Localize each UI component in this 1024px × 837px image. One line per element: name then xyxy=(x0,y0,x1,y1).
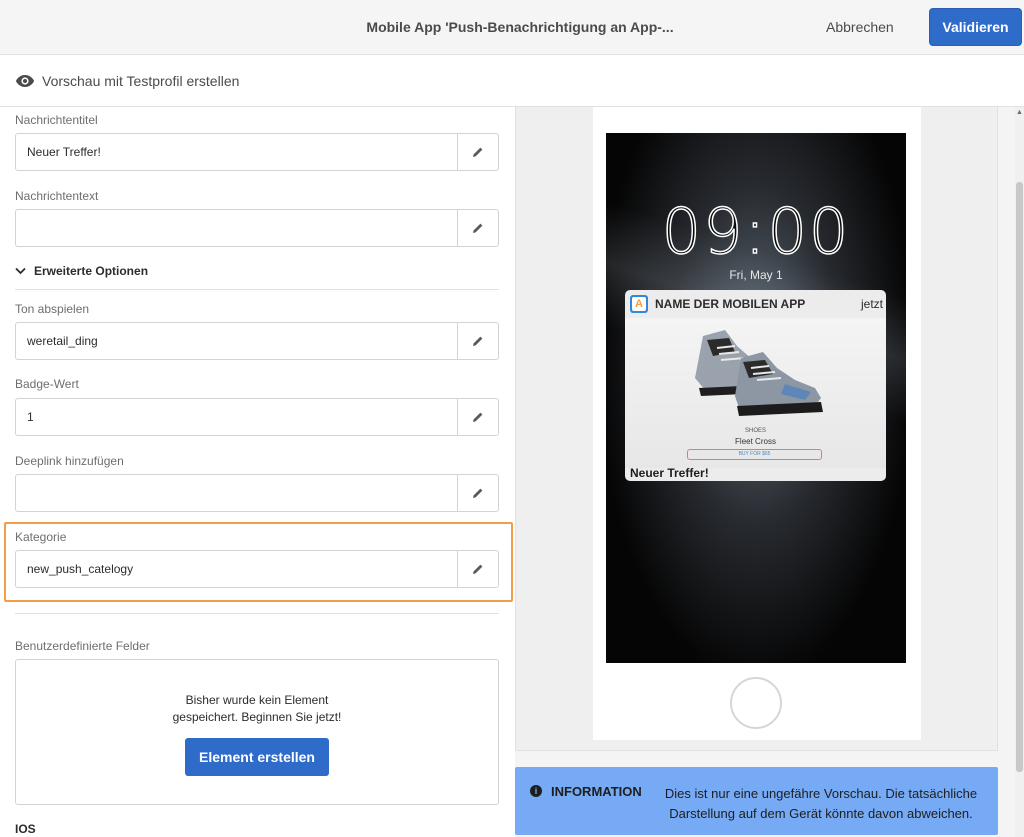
deeplink-label: Deeplink hinzufügen xyxy=(15,454,124,468)
validate-button[interactable]: Validieren xyxy=(929,8,1022,46)
divider xyxy=(15,613,499,614)
badge-value: 1 xyxy=(27,410,34,424)
preview-frame: 09:00 Fri, May 1 A NAME DER MOBILEN APP … xyxy=(515,107,998,751)
info-icon: i xyxy=(530,785,542,797)
scrollbar[interactable]: ▲ xyxy=(1015,107,1024,837)
message-title-value: Neuer Treffer! xyxy=(27,145,101,159)
image-product-text: Fleet Cross xyxy=(735,437,776,446)
ios-section-label: IOS xyxy=(15,822,36,836)
lockscreen-date: Fri, May 1 xyxy=(729,268,783,282)
custom-fields-label: Benutzerdefinierte Felder xyxy=(15,639,150,653)
edit-pencil-icon[interactable] xyxy=(457,475,498,511)
edit-pencil-icon[interactable] xyxy=(457,134,498,170)
badge-field[interactable]: 1 xyxy=(15,398,499,436)
cancel-button[interactable]: Abbrechen xyxy=(826,19,894,35)
category-value: new_push_catelogy xyxy=(27,562,134,576)
image-buy-button: BUY FOR $65 xyxy=(687,449,822,460)
app-icon: A xyxy=(630,295,648,313)
scrollbar-thumb[interactable] xyxy=(1016,182,1023,772)
preview-label: Vorschau mit Testprofil erstellen xyxy=(42,73,240,89)
page-title: Mobile App 'Push-Benachrichtigung an App… xyxy=(366,19,674,35)
create-element-button[interactable]: Element erstellen xyxy=(185,738,329,776)
scroll-up-icon[interactable]: ▲ xyxy=(1016,109,1023,116)
sound-value: weretail_ding xyxy=(27,334,98,348)
form-panel: Nachrichtentitel Neuer Treffer! Nachrich… xyxy=(0,107,515,837)
custom-fields-empty-text: Bisher wurde kein Element gespeichert. B… xyxy=(16,692,498,726)
preview-panel: 09:00 Fri, May 1 A NAME DER MOBILEN APP … xyxy=(515,107,1015,837)
empty-line-1: Bisher wurde kein Element xyxy=(185,693,329,707)
preview-bar[interactable]: Vorschau mit Testprofil erstellen xyxy=(0,55,1024,107)
empty-line-2: gespeichert. Beginnen Sie jetzt! xyxy=(172,710,342,724)
sound-field[interactable]: weretail_ding xyxy=(15,322,499,360)
notification-image: SHOES Fleet Cross BUY FOR $65 xyxy=(625,318,886,468)
custom-fields-box: Bisher wurde kein Element gespeichert. B… xyxy=(15,659,499,805)
advanced-options-toggle[interactable]: Erweiterte Optionen xyxy=(15,264,148,278)
eye-icon xyxy=(16,75,34,87)
edit-pencil-icon[interactable] xyxy=(457,551,498,587)
edit-pencil-icon[interactable] xyxy=(457,210,498,246)
divider xyxy=(15,289,499,290)
info-banner: i INFORMATION Dies ist nur eine ungefähr… xyxy=(515,767,998,835)
badge-label: Badge-Wert xyxy=(15,377,79,391)
message-title-field[interactable]: Neuer Treffer! xyxy=(15,133,499,171)
image-category-text: SHOES xyxy=(744,428,766,434)
push-notification: A NAME DER MOBILEN APP jetzt SHOES Fleet… xyxy=(625,290,886,481)
category-label: Kategorie xyxy=(15,530,67,544)
edit-pencil-icon[interactable] xyxy=(457,399,498,435)
shoes-image xyxy=(695,330,823,416)
notification-title: Neuer Treffer! xyxy=(630,466,709,480)
sound-label: Ton abspielen xyxy=(15,302,90,316)
lockscreen-clock: 09:00 xyxy=(661,194,851,269)
deeplink-field[interactable] xyxy=(15,474,499,512)
notification-time: jetzt xyxy=(860,297,883,311)
chevron-down-icon xyxy=(15,267,26,275)
edit-pencil-icon[interactable] xyxy=(457,323,498,359)
message-text-field[interactable] xyxy=(15,209,499,247)
app-icon-letter: A xyxy=(632,297,646,311)
info-heading: INFORMATION xyxy=(551,784,642,799)
phone-screen: 09:00 Fri, May 1 A NAME DER MOBILEN APP … xyxy=(606,133,906,663)
category-field[interactable]: new_push_catelogy xyxy=(15,550,499,588)
message-title-label: Nachrichtentitel xyxy=(15,113,98,127)
advanced-options-label: Erweiterte Optionen xyxy=(34,264,149,278)
top-bar: Mobile App 'Push-Benachrichtigung an App… xyxy=(0,0,1024,55)
notification-app-name: NAME DER MOBILEN APP xyxy=(655,297,806,311)
info-message: Dies ist nur eine ungefähre Vorschau. Di… xyxy=(664,786,978,821)
message-text-label: Nachrichtentext xyxy=(15,189,99,203)
home-button xyxy=(730,677,782,729)
phone-mockup: 09:00 Fri, May 1 A NAME DER MOBILEN APP … xyxy=(593,107,921,740)
